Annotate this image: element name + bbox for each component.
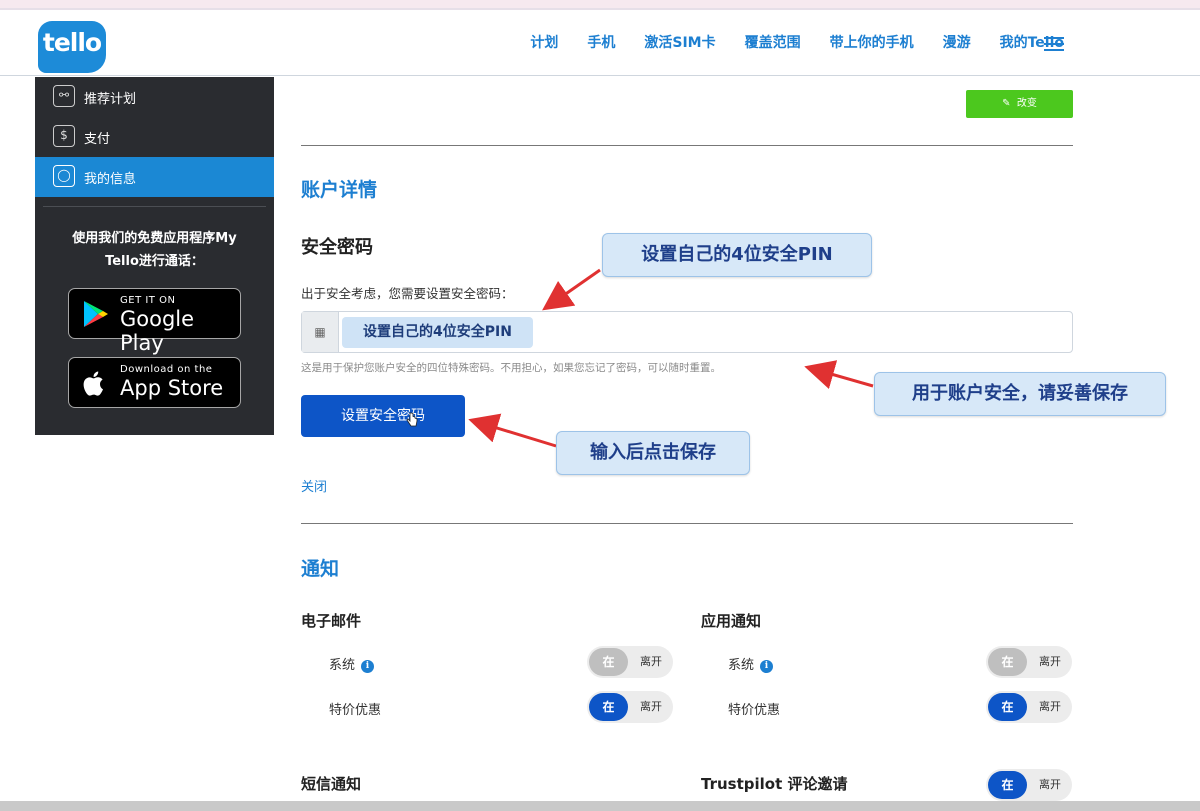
nav-bring-phone[interactable]: 带上你的手机 (830, 32, 914, 52)
sidebar-item-label: 我的信息 (84, 172, 137, 187)
email-system-toggle[interactable]: 在 离开 (587, 646, 673, 678)
toggle-off-option[interactable]: 离开 (1028, 769, 1072, 801)
nav-coverage[interactable]: 覆盖范围 (745, 32, 801, 52)
callout-save: 输入后点击保存 (556, 431, 750, 475)
app-store-big: App Store (120, 376, 224, 400)
app-offers-label: 特价优惠 (728, 703, 781, 718)
nav-phones[interactable]: 手机 (587, 32, 615, 52)
notifications-title: 通知 (301, 558, 340, 580)
toggle-off-option[interactable]: 离开 (1028, 691, 1072, 723)
pin-hint: 这是用于保护您账户安全的四位特殊密码。不用担心，如果您忘记了密码，可以随时重置。 (301, 362, 721, 374)
top-strip (0, 0, 1200, 8)
toggle-off-option[interactable]: 离开 (629, 691, 673, 723)
edit-label: 改变 (1016, 98, 1037, 109)
callout-pin: 设置自己的4位安全PIN (602, 233, 872, 277)
dollar-icon: $ (53, 125, 75, 147)
user-icon: ◯ (53, 165, 75, 187)
sidebar-item-label: 支付 (84, 132, 111, 147)
trustpilot-group-title: Trustpilot 评论邀请 (701, 775, 848, 793)
set-pin-button[interactable]: 设置安全密码 (301, 395, 465, 437)
arrow-to-description (542, 268, 601, 311)
toggle-on-option[interactable]: 在 (988, 693, 1027, 721)
sidebar-item-referral[interactable]: ⚯ 推荐计划 (35, 77, 274, 117)
google-play-icon (84, 301, 108, 327)
info-icon[interactable]: i (361, 660, 375, 673)
email-system-text: 系统 (329, 658, 356, 673)
sidebar-item-label: 推荐计划 (84, 92, 137, 107)
sidebar-divider (43, 206, 266, 207)
toggle-on-option[interactable]: 在 (988, 771, 1027, 799)
info-icon[interactable]: i (760, 660, 774, 673)
google-play-small: GET IT ON (120, 295, 176, 306)
site-header: tello 计划 手机 激活SIM卡 覆盖范围 带上你的手机 漫游 我的Tell… (0, 10, 1200, 76)
app-system-label: 系统 i (728, 654, 774, 673)
hamburger-menu-icon[interactable] (1044, 37, 1064, 51)
app-store-small: Download on the (120, 364, 213, 375)
divider (301, 145, 1073, 146)
nav-activate-sim[interactable]: 激活SIM卡 (644, 32, 715, 52)
toggle-on-option[interactable]: 在 (589, 693, 628, 721)
app-store-button[interactable]: Download on the App Store (68, 357, 241, 408)
promo-line-2: Tello进行通话： (105, 254, 204, 269)
google-play-big: Google Play (120, 307, 195, 355)
app-group-title: 应用通知 (701, 612, 762, 630)
app-system-toggle[interactable]: 在 离开 (986, 646, 1072, 678)
account-details-title: 账户详情 (301, 179, 378, 201)
share-icon: ⚯ (53, 85, 75, 107)
email-group-title: 电子邮件 (301, 612, 362, 630)
app-system-text: 系统 (728, 658, 755, 673)
apple-icon (83, 371, 103, 396)
pin-input-value: 设置自己的4位安全PIN (342, 317, 533, 348)
main-nav: 计划 手机 激活SIM卡 覆盖范围 带上你的手机 漫游 我的Tello (501, 32, 1064, 52)
arrow-to-button (468, 413, 557, 448)
bottom-strip (0, 801, 1200, 811)
sms-group-title: 短信通知 (301, 775, 362, 793)
callout-safety: 用于账户安全，请妥善保存 (874, 372, 1166, 416)
sidebar-item-my-info[interactable]: ◯ 我的信息 (35, 157, 274, 197)
promo-line-1: 使用我们的免费应用程序My (72, 231, 237, 246)
hand-cursor-icon (406, 412, 418, 427)
security-pin-title: 安全密码 (301, 237, 373, 258)
arrow-to-hint (804, 360, 874, 390)
nav-plans[interactable]: 计划 (530, 32, 558, 52)
pencil-icon: ✎ (1002, 98, 1011, 109)
divider (301, 523, 1073, 524)
email-offers-toggle[interactable]: 在 离开 (587, 691, 673, 723)
keypad-icon: ▦ (302, 312, 339, 352)
app-offers-toggle[interactable]: 在 离开 (986, 691, 1072, 723)
edit-button[interactable]: ✎ 改变 (966, 90, 1073, 118)
toggle-off-option[interactable]: 离开 (1028, 646, 1072, 678)
google-play-button[interactable]: GET IT ON Google Play (68, 288, 241, 355)
tello-logo[interactable]: tello (38, 21, 106, 73)
email-system-label: 系统 i (329, 654, 375, 673)
security-description: 出于安全考虑，您需要设置安全密码： (301, 286, 514, 301)
logo-text: tello (42, 28, 102, 57)
close-link[interactable]: 关闭 (301, 476, 327, 495)
toggle-on-option[interactable]: 在 (589, 648, 628, 676)
trustpilot-toggle[interactable]: 在 离开 (986, 769, 1072, 801)
toggle-off-option[interactable]: 离开 (629, 646, 673, 678)
nav-roaming[interactable]: 漫游 (943, 32, 971, 52)
toggle-on-option[interactable]: 在 (988, 648, 1027, 676)
app-promo-text: 使用我们的免费应用程序My Tello进行通话： (47, 227, 262, 273)
sidebar-item-payment[interactable]: $ 支付 (35, 117, 274, 157)
pin-input[interactable]: ▦ 设置自己的4位安全PIN (301, 311, 1073, 353)
account-sidebar: ⚯ 推荐计划 $ 支付 ◯ 我的信息 使用我们的免费应用程序My Tello进行… (35, 77, 274, 435)
email-offers-label: 特价优惠 (329, 703, 382, 718)
